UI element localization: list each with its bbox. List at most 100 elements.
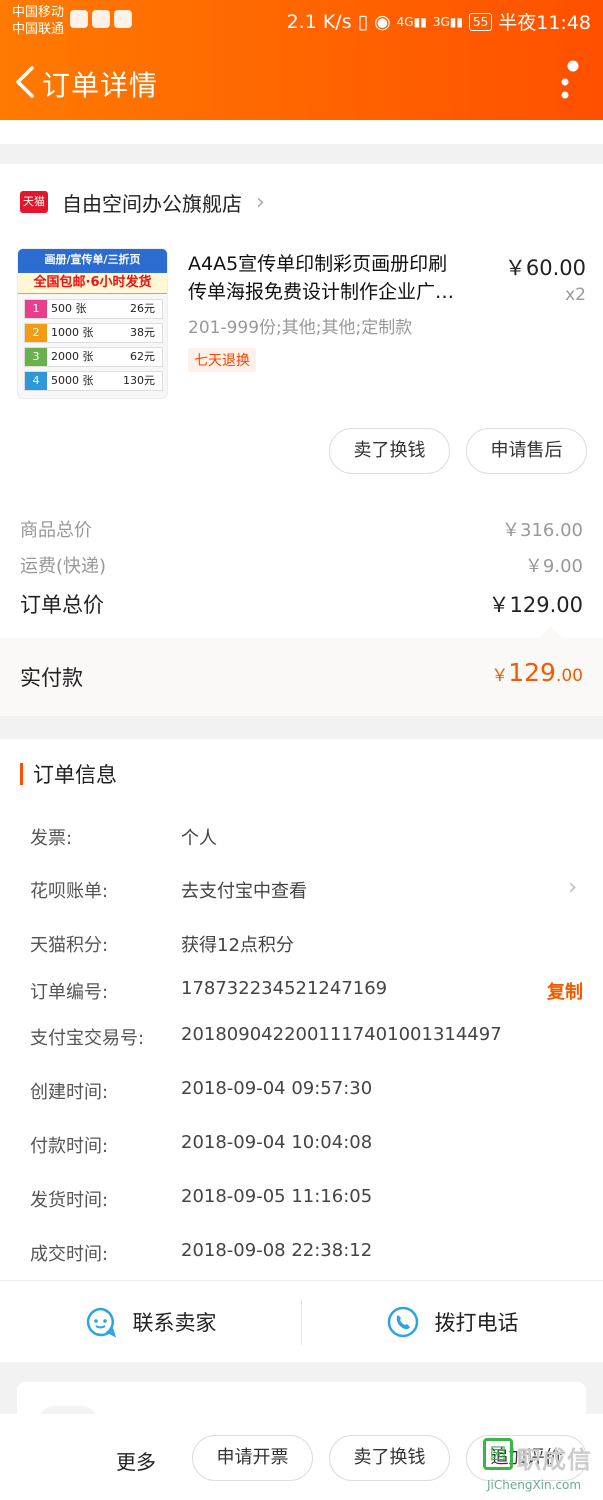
page-title: 订单详情: [42, 69, 159, 102]
signal-icon: 4G▮▮: [396, 14, 427, 29]
order-info-row: 发票: 个人: [30, 824, 583, 854]
section-accent-bar: [20, 763, 23, 785]
call-phone-button[interactable]: 拨打电话: [302, 1281, 603, 1363]
price-tier-row: 4 5000 张 130元: [24, 371, 163, 391]
price-tier-row: 3 2000 张 62元: [24, 347, 163, 367]
product-image-banner: 画册/宣传单/三折页: [18, 249, 167, 271]
eye-icon: ◉: [374, 10, 391, 33]
vibrate-icon: ▯: [357, 10, 369, 33]
contact-seller-label: 联系卖家: [132, 1311, 217, 1335]
app-notify-icon: [92, 10, 110, 28]
paid-currency: ￥: [491, 666, 509, 686]
product-quantity: x2: [565, 285, 586, 305]
status-bar: 中国移动 中国联通 2.1 K/s ▯ ◉ 4G▮▮ 3G▮▮ 55 半夜11:…: [0, 0, 603, 42]
contact-seller-button[interactable]: 联系卖家: [0, 1281, 301, 1363]
nav-bar: 订单详情: [0, 52, 603, 112]
bottom-sell-button[interactable]: 卖了换钱: [329, 1435, 450, 1481]
chat-icon: [86, 1307, 116, 1338]
order-info-title: 订单信息: [33, 763, 117, 787]
product-image-sub: 全国包邮·6小时发货: [18, 273, 167, 293]
notification-icons: [70, 10, 132, 28]
app-notify-icon-2: [114, 10, 132, 28]
status-right: 2.1 K/s ▯ ◉ 4G▮▮ 3G▮▮ 55 半夜11:48: [287, 8, 591, 35]
paid-decimal: .00: [555, 666, 583, 686]
price-tier-price: 130元: [123, 374, 155, 387]
back-arrow-icon[interactable]: [10, 62, 42, 102]
shipping-label: 运费(快递): [20, 556, 107, 577]
price-tier-qty: 2000 张: [51, 350, 94, 363]
order-info-row: 成交时间: 2018-09-08 22:38:12: [30, 1240, 583, 1270]
order-info-value: 2018-09-04 10:04:08: [181, 1132, 373, 1153]
order-total-value: ￥129.00: [488, 593, 583, 617]
order-total-row: 订单总价 ￥129.00: [20, 589, 583, 619]
price-tier-number: 1: [25, 300, 47, 318]
price-tier-number: 2: [25, 324, 47, 342]
carrier-1: 中国移动: [12, 5, 65, 20]
copy-button[interactable]: 复制: [547, 978, 583, 1004]
goods-total-value: ￥316.00: [502, 520, 583, 541]
phone-icon: [387, 1306, 418, 1338]
order-info-key: 发票:: [30, 828, 73, 849]
top-bar: 中国移动 中国联通 2.1 K/s ▯ ◉ 4G▮▮ 3G▮▮ 55 半夜11:…: [0, 0, 603, 120]
more-button[interactable]: 更多: [116, 1446, 156, 1475]
price-tier-number: 4: [25, 372, 47, 390]
call-phone-label: 拨打电话: [434, 1311, 519, 1335]
order-info-key: 支付宝交易号:: [30, 1028, 145, 1049]
watermark-url: JiChengXin.com: [487, 1478, 582, 1492]
order-info-row: 发货时间: 2018-09-05 11:16:05: [30, 1186, 583, 1216]
shield-icon: [70, 10, 88, 28]
paid-amount-row: 实付款 ￥129.00: [0, 626, 603, 716]
goods-total-label: 商品总价: [20, 520, 92, 541]
product-price: ￥60.00: [504, 256, 586, 280]
invoice-button[interactable]: 申请开票: [192, 1435, 313, 1481]
shop-row[interactable]: 天猫 自由空间办公旗舰店 ›: [20, 188, 265, 216]
tmall-badge: 天猫: [20, 191, 48, 213]
paid-label: 实付款: [20, 666, 83, 690]
watermark-text: 职成信: [517, 1446, 592, 1474]
more-dots-icon[interactable]: [553, 58, 583, 102]
price-tier-price: 62元: [130, 350, 155, 363]
order-info-value: 获得12点积分: [181, 935, 294, 956]
order-info-value: 2018-09-08 22:38:12: [181, 1240, 373, 1261]
order-info-value: 个人: [181, 828, 217, 849]
product-image[interactable]: 画册/宣传单/三折页 全国包邮·6小时发货 1 500 张 26元 2 1000 张 38…: [17, 248, 168, 399]
order-info-row: 支付宝交易号: 2018090422001117401001314497: [30, 1024, 583, 1054]
after-sale-button[interactable]: 申请售后: [466, 428, 587, 474]
order-info-row[interactable]: 花呗账单: 去支付宝中查看 ›: [30, 875, 583, 907]
paid-integer: 129: [508, 658, 556, 687]
order-info-value: 2018-09-05 11:16:05: [181, 1186, 373, 1207]
price-tier-row: 1 500 张 26元: [24, 299, 163, 319]
shipping-row: 运费(快递) ￥9.00: [20, 552, 583, 578]
product-title[interactable]: A4A5宣传单印制彩页画册印刷 传单海报免费设计制作企业广…: [188, 250, 493, 306]
shipping-value: ￥9.00: [524, 556, 583, 577]
order-info-value: 去支付宝中查看: [181, 881, 307, 902]
network-speed: 2.1 K/s: [286, 10, 352, 33]
order-info-key: 发货时间:: [30, 1190, 109, 1211]
order-info-value: 2018-09-04 09:57:30: [181, 1078, 373, 1099]
price-tier-qty: 500 张: [51, 302, 87, 315]
chevron-right-icon: ›: [568, 875, 577, 900]
top-strip: [0, 120, 603, 144]
battery-indicator: 55: [468, 12, 493, 31]
watermark-logo: 园: [483, 1438, 513, 1470]
price-tier-qty: 5000 张: [51, 374, 94, 387]
signal-icon-2: 3G▮▮: [432, 14, 463, 29]
price-tier-row: 2 1000 张 38元: [24, 323, 163, 343]
order-info-row: 付款时间: 2018-09-04 10:04:08: [30, 1132, 583, 1162]
shop-name[interactable]: 自由空间办公旗舰店: [62, 188, 242, 217]
order-info-key: 成交时间:: [30, 1244, 109, 1265]
carrier-2: 中国联通: [12, 22, 65, 37]
order-total-label: 订单总价: [20, 593, 104, 617]
sell-button[interactable]: 卖了换钱: [329, 428, 450, 474]
watermark: 园 职成信 JiChengXin.com: [483, 1438, 597, 1496]
price-tier-qty: 1000 张: [51, 326, 94, 339]
order-info-key: 付款时间:: [30, 1136, 109, 1157]
order-info-row: 订单编号: 178732234521247169 复制: [30, 978, 583, 1008]
product-spec: 201-999份;其他;其他;定制款: [188, 318, 413, 338]
order-info-key: 天猫积分:: [30, 935, 109, 956]
order-info-key: 订单编号:: [30, 982, 109, 1003]
order-info-header: 订单信息: [20, 760, 117, 788]
order-info-key: 创建时间:: [30, 1082, 109, 1103]
price-tier-price: 38元: [130, 326, 155, 339]
product-title-line1: A4A5宣传单印制彩页画册印刷: [188, 253, 448, 275]
